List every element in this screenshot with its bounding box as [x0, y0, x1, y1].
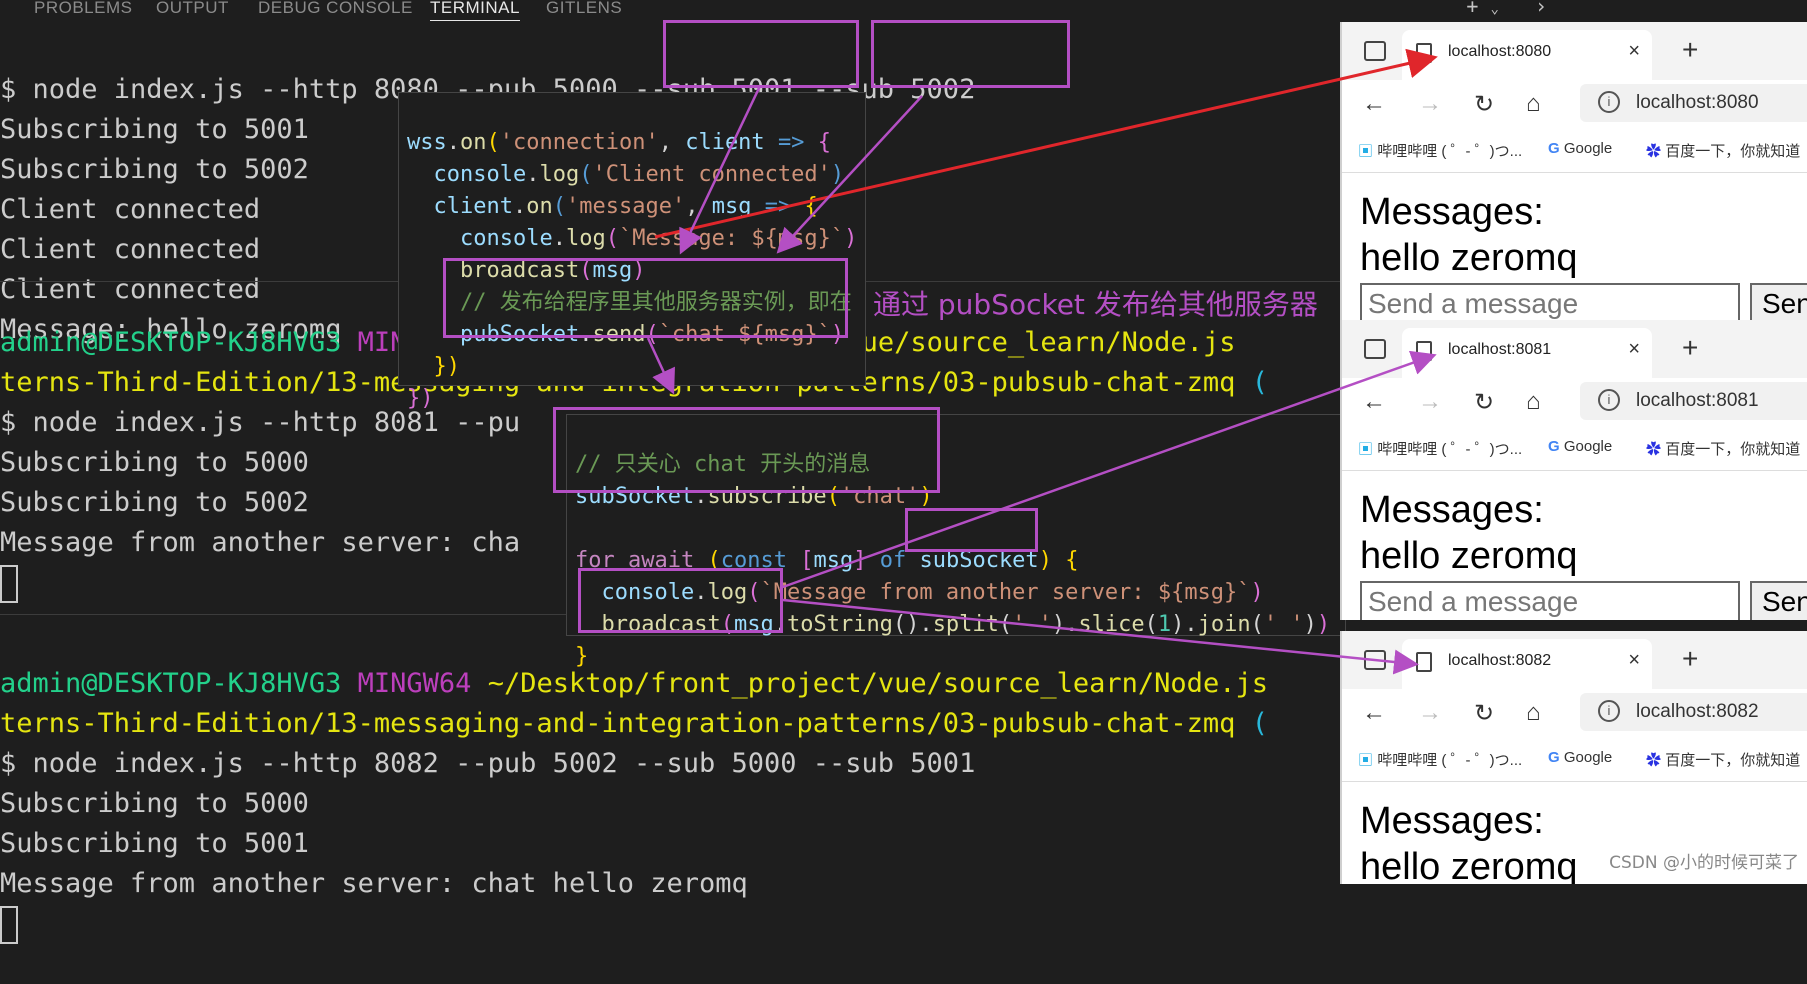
- terminal-cursor: [0, 905, 18, 944]
- arrow-broadcast-to-8082: [782, 598, 1419, 675]
- arrow-5002-to-send: [776, 95, 923, 254]
- annotation-arrows: [646, 48, 1438, 675]
- arrow-broadcast-to-8080: [654, 48, 1438, 239]
- arrow-5001-to-send: [679, 85, 762, 255]
- arrow-broadcast-to-8081: [779, 350, 1437, 590]
- arrow-send-to-subscribe: [646, 337, 675, 395]
